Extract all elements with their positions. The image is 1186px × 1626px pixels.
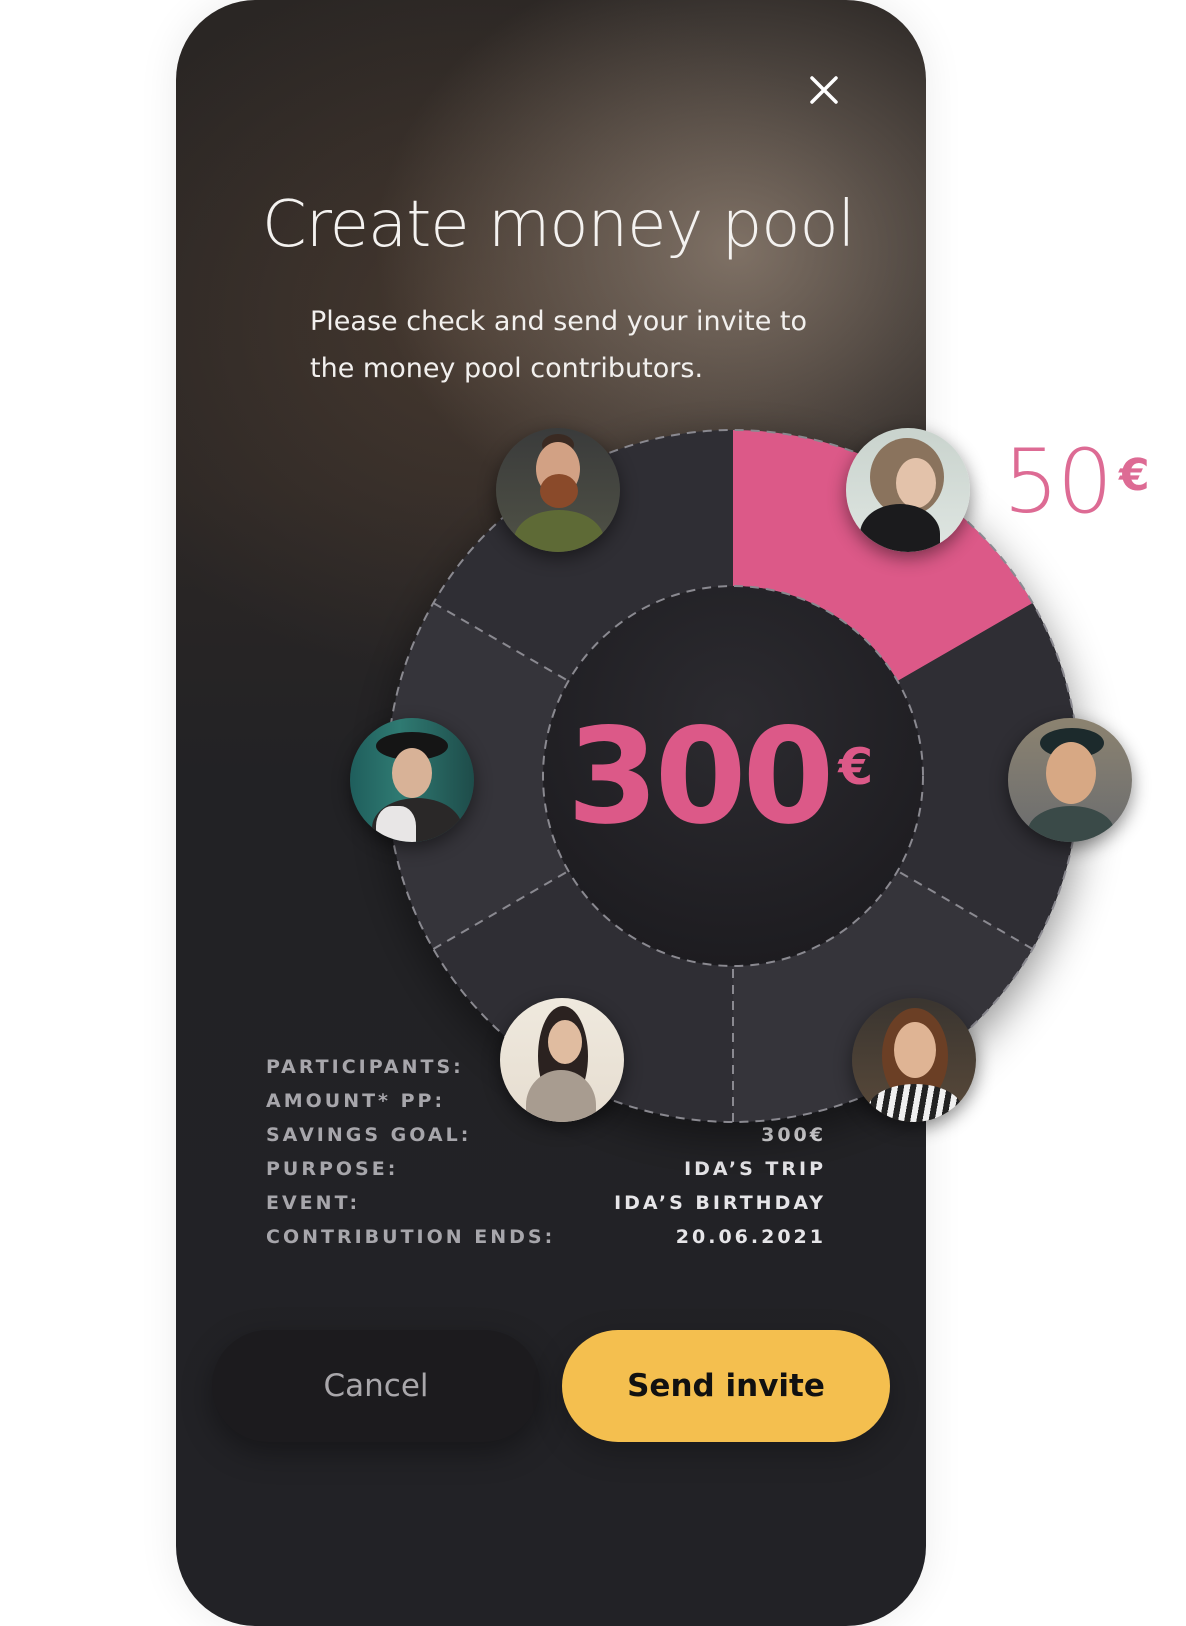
detail-label: PARTICIPANTS:	[266, 1056, 464, 1078]
close-icon[interactable]	[806, 72, 842, 108]
page-subtitle: Please check and send your invite to the…	[310, 306, 807, 384]
avatar-woman-short-hair[interactable]	[846, 428, 970, 552]
share-amount-value: 50	[1003, 430, 1113, 533]
cancel-button[interactable]: Cancel	[212, 1330, 540, 1442]
detail-value: IDA’S TRIP	[684, 1158, 826, 1180]
detail-row-contribution-ends: CONTRIBUTION ENDS: 20.06.2021	[266, 1226, 826, 1260]
detail-value: IDA’S BIRTHDAY	[614, 1192, 826, 1214]
detail-value: 300€	[761, 1124, 826, 1146]
detail-label: SAVINGS GOAL:	[266, 1124, 472, 1146]
detail-row-purpose: PURPOSE: IDA’S TRIP	[266, 1158, 826, 1192]
detail-row-savings-goal: SAVINGS GOAL: 300€	[266, 1124, 826, 1158]
detail-label: CONTRIBUTION ENDS:	[266, 1226, 556, 1248]
phone-screen: Create money pool Please check and send …	[176, 0, 926, 1626]
avatar-woman-striped-shirt[interactable]	[852, 998, 976, 1122]
share-currency: €	[1118, 450, 1150, 501]
page-title: Create money pool	[262, 188, 855, 262]
avatar-man-beard[interactable]	[496, 428, 620, 552]
send-invite-button[interactable]: Send invite	[562, 1330, 890, 1442]
detail-value: 20.06.2021	[675, 1226, 826, 1248]
avatar-woman-black-hat[interactable]	[350, 718, 474, 842]
detail-label: AMOUNT* PP:	[266, 1090, 446, 1112]
avatar-woman-long-hair[interactable]	[500, 998, 624, 1122]
detail-label: PURPOSE:	[266, 1158, 399, 1180]
avatar-man-cap-smiling[interactable]	[1008, 718, 1132, 842]
detail-label: EVENT:	[266, 1192, 361, 1214]
share-amount: 50 €	[1003, 430, 1150, 533]
detail-row-event: EVENT: IDA’S BIRTHDAY	[266, 1192, 826, 1226]
